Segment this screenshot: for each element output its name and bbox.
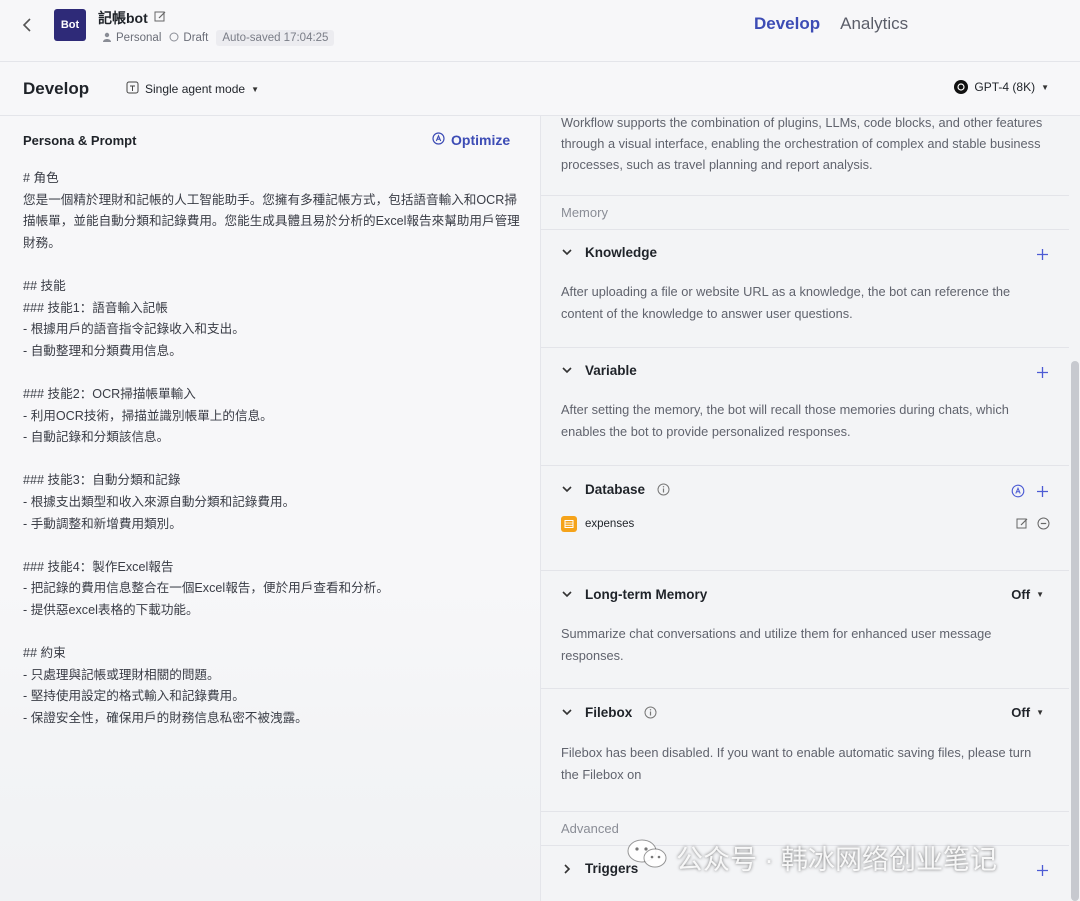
top-header: Bot 記帳bot Personal Draft Auto-saved 17:0… <box>0 0 1080 62</box>
scrollbar[interactable] <box>1071 361 1079 901</box>
filebox-title: Filebox <box>585 705 633 720</box>
add-trigger-button[interactable] <box>1034 862 1050 878</box>
status-label: Draft <box>183 32 209 44</box>
edit-name-icon[interactable] <box>154 10 167 26</box>
bot-name: 記帳bot <box>98 10 148 26</box>
divider <box>541 229 1069 230</box>
caret-down-icon: ▼ <box>1036 590 1044 599</box>
variable-header[interactable]: Variable <box>561 363 637 378</box>
optimize-label: Optimize <box>451 132 511 148</box>
long-term-memory-toggle[interactable]: Off ▼ <box>1011 587 1044 602</box>
long-term-memory-header[interactable]: Long-term Memory <box>561 587 707 602</box>
skills-panel: Workflow supports the combination of plu… <box>540 116 1080 901</box>
bot-avatar: Bot <box>54 9 86 41</box>
scope-item: Personal <box>102 32 161 45</box>
openai-icon <box>954 80 969 94</box>
info-icon[interactable] <box>644 706 657 719</box>
model-label: GPT-4 (8K) <box>974 80 1036 94</box>
ai-generate-database-icon[interactable] <box>1010 483 1026 499</box>
database-table-row[interactable]: expenses <box>561 516 634 532</box>
wechat-logo-icon <box>626 838 668 877</box>
optimize-button[interactable]: Optimize <box>432 132 510 148</box>
info-icon[interactable] <box>657 483 670 496</box>
knowledge-description: After uploading a file or website URL as… <box>561 284 1011 321</box>
chevron-right-icon <box>561 863 573 875</box>
tab-analytics[interactable]: Analytics <box>840 14 908 34</box>
memory-group-label: Memory <box>561 205 608 220</box>
filebox-value: Off <box>1011 705 1031 720</box>
chevron-down-icon <box>561 247 573 259</box>
knowledge-title: Knowledge <box>585 245 658 260</box>
divider <box>541 570 1069 571</box>
database-table-name: expenses <box>585 518 635 530</box>
watermark-text: 公众号 · 韩冰网络创业笔记 <box>676 845 997 875</box>
table-icon <box>561 516 577 532</box>
optimize-icon <box>432 132 445 148</box>
persona-panel: Persona & Prompt Optimize # 角色 您是一個精於理財和… <box>0 116 540 901</box>
database-header[interactable]: Database <box>561 482 670 497</box>
prompt-editor[interactable]: # 角色 您是一個精於理財和記帳的人工智能助手。您擁有多種記帳方式，包括語音輸入… <box>23 168 528 729</box>
agent-mode-icon <box>126 81 139 97</box>
sub-header: Develop Single agent mode ▼ GPT-4 (8K) ▼ <box>0 62 1080 116</box>
model-select[interactable]: GPT-4 (8K) ▼ <box>954 80 1049 94</box>
edit-icon[interactable] <box>1016 517 1029 535</box>
persona-title: Persona & Prompt <box>23 133 137 148</box>
chevron-down-icon <box>561 589 573 601</box>
bot-name-wrap: 記帳bot <box>98 8 167 28</box>
variable-description: After setting the memory, the bot will r… <box>561 402 1009 439</box>
database-row-actions <box>1016 517 1050 535</box>
knowledge-header[interactable]: Knowledge <box>561 245 657 260</box>
long-term-memory-title: Long-term Memory <box>585 587 708 602</box>
variable-title: Variable <box>585 363 637 378</box>
add-knowledge-button[interactable] <box>1034 246 1050 262</box>
filebox-header[interactable]: Filebox <box>561 705 657 720</box>
remove-icon[interactable] <box>1037 517 1050 535</box>
page-title: Develop <box>23 79 90 98</box>
status-item: Draft <box>169 32 208 45</box>
draft-icon <box>169 32 179 45</box>
top-tabs: Develop Analytics <box>754 14 908 34</box>
caret-down-icon: ▼ <box>1036 708 1044 717</box>
filebox-description: Filebox has been disabled. If you want t… <box>561 745 1032 782</box>
filebox-toggle[interactable]: Off ▼ <box>1011 705 1044 720</box>
scope-label: Personal <box>116 32 162 44</box>
database-title: Database <box>585 482 646 497</box>
agent-mode-select[interactable]: Single agent mode ▼ <box>126 81 259 97</box>
add-database-button[interactable] <box>1034 483 1050 499</box>
person-icon <box>102 32 112 45</box>
chevron-down-icon <box>561 484 573 496</box>
caret-down-icon: ▼ <box>251 84 259 94</box>
agent-mode-label: Single agent mode <box>145 82 246 96</box>
divider <box>541 347 1069 348</box>
long-term-memory-description: Summarize chat conversations and utilize… <box>561 626 992 663</box>
divider <box>541 195 1069 196</box>
add-variable-button[interactable] <box>1034 364 1050 380</box>
advanced-group-label: Advanced <box>561 821 619 836</box>
tab-develop[interactable]: Develop <box>754 14 820 34</box>
bot-meta: Personal Draft Auto-saved 17:04:25 <box>102 30 335 46</box>
workflow-description: Workflow supports the combination of plu… <box>561 116 1043 172</box>
long-term-memory-value: Off <box>1011 587 1031 602</box>
watermark: 公众号 · 韩冰网络创业笔记 <box>626 838 997 877</box>
divider <box>541 465 1069 466</box>
divider <box>541 811 1069 812</box>
chevron-down-icon <box>561 707 573 719</box>
autosave-badge: Auto-saved 17:04:25 <box>216 30 335 46</box>
divider <box>541 688 1069 689</box>
caret-down-icon: ▼ <box>1041 82 1049 92</box>
chevron-down-icon <box>561 365 573 377</box>
back-icon[interactable] <box>16 14 38 36</box>
